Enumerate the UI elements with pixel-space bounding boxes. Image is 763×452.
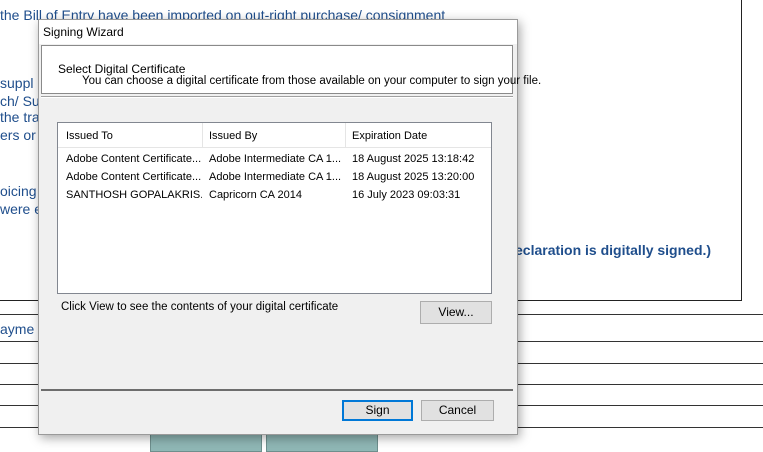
- cell-issued-to: Adobe Content Certificate...: [66, 153, 202, 165]
- column-divider[interactable]: [202, 123, 203, 147]
- wizard-step-title: Select Digital Certificate: [58, 62, 186, 76]
- certificate-row[interactable]: Adobe Content Certificate... Adobe Inter…: [58, 168, 491, 186]
- page-button[interactable]: [266, 434, 378, 452]
- certificate-list[interactable]: Issued To Issued By Expiration Date Adob…: [57, 122, 492, 294]
- view-button[interactable]: View...: [420, 301, 492, 324]
- column-issued-to[interactable]: Issued To: [66, 130, 113, 142]
- cell-expiration: 18 August 2025 13:20:00: [352, 171, 475, 183]
- column-expiration-date[interactable]: Expiration Date: [352, 130, 427, 142]
- page-button[interactable]: [150, 434, 262, 452]
- column-divider[interactable]: [345, 123, 346, 147]
- certificate-row[interactable]: SANTHOSH GOPALAKRIS... Capricorn CA 2014…: [58, 186, 491, 204]
- page-text-fragment: were e: [0, 201, 43, 217]
- signing-wizard-dialog: Signing Wizard Select Digital Certificat…: [38, 19, 541, 435]
- cell-expiration: 18 August 2025 13:18:42: [352, 153, 475, 165]
- wizard-step-description: You can choose a digital certificate fro…: [82, 75, 542, 87]
- cell-issued-to: SANTHOSH GOPALAKRIS...: [66, 189, 202, 201]
- dialog-title: Signing Wizard: [43, 25, 124, 39]
- cell-issued-by: Adobe Intermediate CA 1...: [209, 153, 342, 165]
- page-text-fragment: the tra: [0, 109, 40, 125]
- cell-issued-by: Adobe Intermediate CA 1...: [209, 171, 342, 183]
- wizard-header: Select Digital Certificate You can choos…: [41, 45, 541, 94]
- declaration-note: eclaration is digitally signed.): [515, 242, 712, 258]
- sign-button[interactable]: Sign: [342, 400, 413, 421]
- view-hint: Click View to see the contents of your d…: [61, 301, 339, 313]
- list-header: Issued To Issued By Expiration Date: [58, 123, 491, 148]
- certificate-row[interactable]: Adobe Content Certificate... Adobe Inter…: [58, 150, 491, 168]
- header-separator: [41, 96, 513, 98]
- cell-issued-to: Adobe Content Certificate...: [66, 171, 202, 183]
- page-text-fragment: ayme: [0, 321, 35, 337]
- column-issued-by[interactable]: Issued By: [209, 130, 257, 142]
- page-text-fragment: ers or: [0, 127, 36, 143]
- cell-issued-by: Capricorn CA 2014: [209, 189, 302, 201]
- dialog-titlebar[interactable]: Signing Wizard: [39, 20, 517, 44]
- page-text-fragment: suppl: [0, 75, 34, 91]
- cancel-button[interactable]: Cancel: [421, 400, 494, 421]
- footer-separator: [41, 389, 513, 391]
- cell-expiration: 16 July 2023 09:03:31: [352, 189, 461, 201]
